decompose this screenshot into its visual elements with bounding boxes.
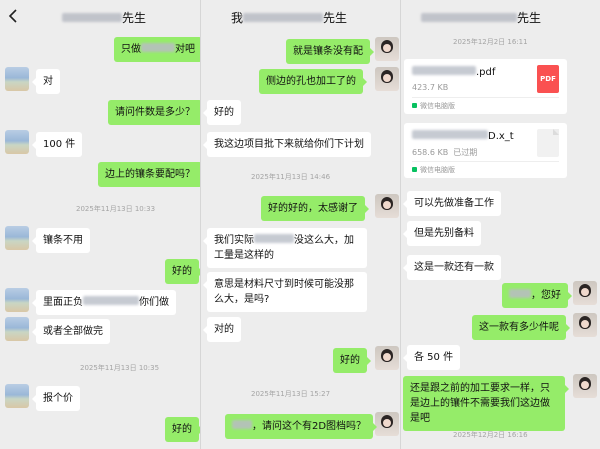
message-bubble[interactable]: ，您好	[502, 283, 572, 308]
redacted-text	[232, 420, 252, 429]
message-bubble[interactable]: 但是先别备料	[403, 221, 481, 246]
contact-avatar[interactable]	[5, 317, 29, 341]
message-bubble[interactable]: 我们实际 没这么大，加工量是这样的	[203, 228, 367, 268]
message-bubble[interactable]: 好的	[165, 259, 200, 284]
file-card-xt[interactable]: D.x_t 658.6 KB 已过期 微信电脑版	[404, 123, 567, 178]
chat-title: 先生	[421, 9, 541, 26]
message-bubble[interactable]: 报个价	[32, 386, 80, 411]
redacted-text	[509, 289, 531, 298]
message-bubble[interactable]: 对的	[203, 317, 241, 342]
file-source: 微信电脑版	[412, 165, 455, 175]
redacted-name	[421, 13, 517, 22]
redacted-text	[412, 130, 488, 139]
message-bubble[interactable]: 请问件数是多少？	[108, 100, 200, 125]
file-name: .pdf	[412, 66, 495, 78]
redacted-text	[254, 234, 294, 243]
message-bubble[interactable]: ，请问这个有2D图档吗？	[225, 414, 378, 439]
message-bubble[interactable]: 或者全部做完	[32, 319, 110, 344]
contact-avatar[interactable]	[5, 384, 29, 408]
contact-avatar[interactable]	[5, 288, 29, 312]
pdf-file-icon: PDF	[537, 65, 559, 93]
message-bubble[interactable]: 可以先做准备工作	[403, 191, 501, 216]
message-bubble[interactable]: 对	[32, 69, 60, 94]
file-card-pdf[interactable]: .pdf 423.7 KB PDF 微信电脑版	[404, 59, 567, 114]
chat-pane-left: 先生 只做 对吧 对 请问件数是多少？ 100 件 边上的镶条要配吗？ 2025年…	[0, 0, 200, 449]
timestamp: 2025年11月13日 15:27	[251, 390, 331, 398]
redacted-text	[83, 296, 139, 305]
redacted-text	[141, 43, 175, 52]
message-bubble[interactable]: 好的好的，太感谢了	[261, 196, 369, 221]
chat-header: 我先生	[201, 0, 400, 32]
message-bubble[interactable]: 好的	[333, 348, 371, 373]
redacted-text	[412, 66, 476, 75]
contact-avatar[interactable]	[5, 67, 29, 91]
my-avatar[interactable]	[375, 346, 399, 370]
message-bubble[interactable]: 镶条不用	[32, 228, 90, 253]
file-size: 423.7 KB	[412, 83, 449, 92]
back-chevron-icon[interactable]	[6, 7, 20, 25]
chat-header: 先生	[401, 0, 600, 32]
message-bubble[interactable]: 这一款有多少件呢	[472, 315, 570, 340]
chat-title: 先生	[62, 9, 146, 26]
message-bubble[interactable]: 还是跟之前的加工要求一样，只是边上的镶件不需要我们这边做是吧	[403, 376, 569, 431]
message-bubble[interactable]: 里面正负 你们做	[32, 290, 176, 315]
file-size: 658.6 KB 已过期	[412, 148, 478, 157]
timestamp: 2025年11月13日 10:33	[76, 205, 156, 213]
timestamp: 2025年11月13日 14:46	[251, 173, 331, 181]
contact-avatar[interactable]	[5, 130, 29, 154]
chat-pane-right: 先生 2025年12月2日 16:11 .pdf 423.7 KB PDF 微信…	[400, 0, 600, 449]
contact-avatar[interactable]	[5, 226, 29, 250]
redacted-name	[243, 13, 324, 22]
file-name: D.x_t	[412, 130, 514, 142]
message-bubble[interactable]: 侧边的孔也加工了的	[259, 69, 367, 94]
message-bubble[interactable]: 好的	[203, 100, 241, 125]
message-bubble[interactable]: 我这边项目批下来就给你们下计划	[203, 132, 371, 157]
redacted-name	[62, 13, 122, 22]
message-bubble[interactable]: 这是一款还有一款	[403, 255, 501, 280]
message-bubble[interactable]: 意思是材料尺寸到时候可能没那么大，是吗?	[203, 272, 367, 312]
file-source: 微信电脑版	[412, 101, 455, 111]
timestamp: 2025年11月13日 10:35	[80, 364, 160, 372]
my-avatar[interactable]	[375, 37, 399, 61]
my-avatar[interactable]	[573, 281, 597, 305]
message-bubble[interactable]: 边上的镶条要配吗？	[98, 162, 200, 187]
message-bubble[interactable]: 只做 对吧	[114, 37, 200, 62]
my-avatar[interactable]	[573, 374, 597, 398]
message-bubble[interactable]: 各 50 件	[402, 345, 461, 370]
timestamp: 2025年12月2日 16:11	[453, 38, 528, 46]
message-bubble[interactable]: 就是镶条没有配	[286, 39, 374, 64]
my-avatar[interactable]	[375, 67, 399, 91]
my-avatar[interactable]	[573, 313, 597, 337]
message-bubble[interactable]: 好的	[165, 417, 200, 442]
message-bubble[interactable]: 100 件	[31, 132, 83, 157]
generic-file-icon	[537, 129, 559, 157]
timestamp: 2025年12月2日 16:16	[453, 431, 528, 439]
my-avatar[interactable]	[375, 194, 399, 218]
chat-header: 先生	[0, 0, 200, 32]
chat-title: 我先生	[231, 11, 348, 25]
chat-pane-middle: 我先生 就是镶条没有配 侧边的孔也加工了的 好的 我这边项目批下来就给你们下计划…	[200, 0, 400, 449]
